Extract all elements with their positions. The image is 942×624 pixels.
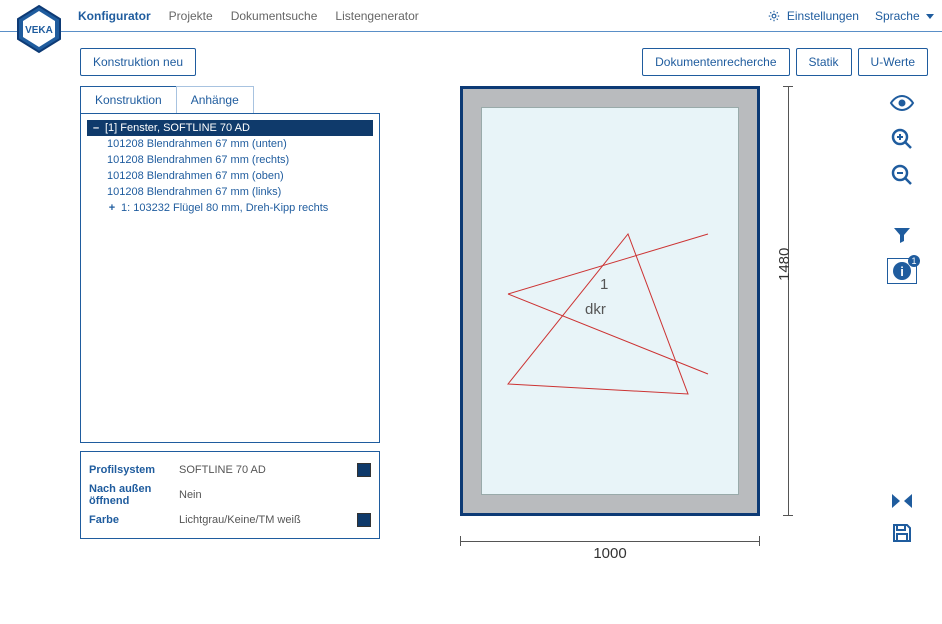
svg-text:i: i: [900, 264, 904, 279]
info-icon[interactable]: i 1: [887, 258, 917, 284]
sash-number: 1: [600, 276, 608, 293]
tree-item-label: 101208 Blendrahmen 67 mm (oben): [107, 170, 284, 182]
svg-text:VEKA: VEKA: [25, 25, 53, 36]
color-swatch[interactable]: [357, 513, 371, 527]
left-panel: Konstruktion Anhänge – [1] Fenster, SOFT…: [80, 86, 380, 566]
window-frame: [460, 86, 760, 516]
gear-icon: [768, 10, 780, 22]
toolbar: Konstruktion neu Dokumentenrecherche Sta…: [0, 32, 942, 86]
u-values-button[interactable]: U-Werte: [858, 48, 928, 76]
nav-listengenerator[interactable]: Listengenerator: [335, 9, 418, 23]
view-icon[interactable]: [887, 90, 917, 116]
tab-attachments[interactable]: Anhänge: [176, 86, 254, 113]
caret-down-icon: [926, 14, 934, 19]
construction-tree: – [1] Fenster, SOFTLINE 70 AD 101208 Ble…: [80, 113, 380, 443]
statics-button[interactable]: Statik: [796, 48, 852, 76]
prev-next-icon[interactable]: [888, 492, 916, 510]
prop-color-value: Lichtgrau/Keine/TM weiß: [179, 514, 357, 526]
nav-konfigurator[interactable]: Konfigurator: [78, 9, 151, 23]
tool-rail-bottom: [884, 492, 920, 544]
tree-item-label: 101208 Blendrahmen 67 mm (rechts): [107, 154, 289, 166]
tree-sash[interactable]: + 1: 103232 Flügel 80 mm, Dreh-Kipp rech…: [87, 200, 373, 216]
tree-item[interactable]: 101208 Blendrahmen 67 mm (oben): [87, 168, 373, 184]
zoom-in-icon[interactable]: [887, 126, 917, 152]
prop-profile-value: SOFTLINE 70 AD: [179, 464, 357, 476]
prop-profile-label: Profilsystem: [89, 464, 179, 476]
language-dropdown[interactable]: Sprache: [875, 9, 934, 23]
nav-right: Einstellungen Sprache: [768, 9, 934, 23]
prop-profile: Profilsystem SOFTLINE 70 AD: [89, 460, 371, 480]
prop-outward: Nach außen öffnend Nein: [89, 480, 371, 510]
filter-icon[interactable]: [887, 222, 917, 248]
tree-item[interactable]: 101208 Blendrahmen 67 mm (links): [87, 184, 373, 200]
tree-item-label: 101208 Blendrahmen 67 mm (links): [107, 186, 281, 198]
language-label: Sprache: [875, 9, 920, 23]
tabs: Konstruktion Anhänge: [80, 86, 380, 113]
dimension-width: 1000: [593, 545, 626, 562]
logo: VEKA: [14, 4, 64, 54]
tree-root[interactable]: – [1] Fenster, SOFTLINE 70 AD: [87, 120, 373, 136]
sash-code: dkr: [585, 301, 606, 318]
prop-color: Farbe Lichtgrau/Keine/TM weiß: [89, 510, 371, 530]
properties-panel: Profilsystem SOFTLINE 70 AD Nach außen ö…: [80, 451, 380, 539]
prop-color-label: Farbe: [89, 514, 179, 526]
tree-sash-label: 1: 103232 Flügel 80 mm, Dreh-Kipp rechts: [121, 202, 328, 214]
prop-outward-label: Nach außen öffnend: [89, 483, 179, 507]
tree-item[interactable]: 101208 Blendrahmen 67 mm (rechts): [87, 152, 373, 168]
settings-label: Einstellungen: [787, 9, 859, 23]
tree-item[interactable]: 101208 Blendrahmen 67 mm (unten): [87, 136, 373, 152]
collapse-icon[interactable]: –: [91, 122, 101, 134]
tab-construction[interactable]: Konstruktion: [80, 86, 177, 113]
dimension-vertical: 1480: [778, 86, 798, 516]
info-badge: 1: [908, 255, 920, 267]
dimension-height: 1480: [776, 248, 793, 281]
dimension-horizontal: 1000: [460, 531, 760, 551]
drawing-canvas[interactable]: 1 dkr 1480 1000: [440, 86, 860, 566]
save-icon[interactable]: [891, 522, 913, 544]
new-construction-button[interactable]: Konstruktion neu: [80, 48, 196, 76]
main-area: Konstruktion Anhänge – [1] Fenster, SOFT…: [0, 86, 942, 576]
expand-icon[interactable]: +: [107, 202, 117, 214]
tree-item-label: 101208 Blendrahmen 67 mm (unten): [107, 138, 287, 150]
tool-rail: i 1: [884, 90, 920, 284]
profile-swatch[interactable]: [357, 463, 371, 477]
prop-outward-value: Nein: [179, 489, 371, 501]
nav-dokumentsuche[interactable]: Dokumentsuche: [231, 9, 318, 23]
settings-link[interactable]: Einstellungen: [768, 9, 859, 23]
tree-root-label: [1] Fenster, SOFTLINE 70 AD: [105, 122, 250, 134]
nav-projekte[interactable]: Projekte: [169, 9, 213, 23]
doc-research-button[interactable]: Dokumentenrecherche: [642, 48, 789, 76]
zoom-out-icon[interactable]: [887, 162, 917, 188]
nav-links: Konfigurator Projekte Dokumentsuche List…: [78, 9, 419, 23]
top-nav: VEKA Konfigurator Projekte Dokumentsuche…: [0, 0, 942, 32]
